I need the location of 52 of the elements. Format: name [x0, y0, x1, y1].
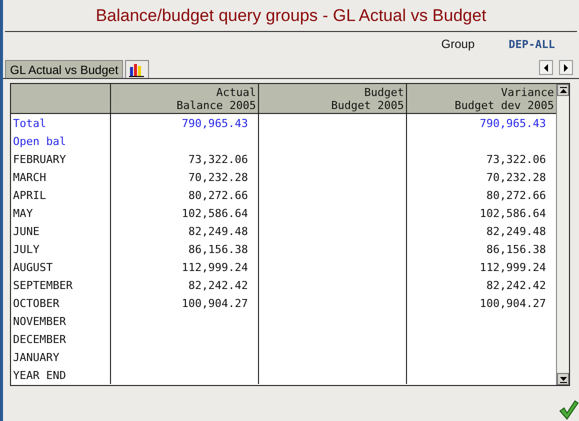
table-cell: 112,999.24	[480, 260, 546, 274]
column-header: Budget Budget 2005	[259, 84, 407, 113]
bar-chart-icon	[129, 62, 146, 76]
window-title: Balance/budget query groups - GL Actual vs Budget	[5, 0, 577, 32]
column-header: Variance Budget dev 2005	[454, 84, 555, 113]
column-header: Actual Balance 2005	[111, 84, 259, 113]
table-cell: 70,232.28	[188, 170, 248, 184]
row-label: JULY	[13, 242, 40, 256]
table-cell: 86,156.38	[486, 242, 546, 256]
group-value: DEP-ALL	[508, 38, 555, 50]
left-arrow-icon	[543, 64, 549, 72]
table-cell: 102,586.64	[480, 206, 546, 220]
row-label: JUNE	[13, 224, 40, 238]
table-cell: 73,322.06	[188, 152, 248, 166]
table-cell: 100,904.27	[480, 296, 546, 310]
row-label: YEAR END	[13, 368, 66, 382]
table-cell: 100,904.27	[182, 296, 248, 310]
checkmark-icon[interactable]	[559, 400, 579, 420]
table-cell: 790,965.43	[182, 116, 248, 130]
table-cell: 82,242.42	[486, 278, 546, 292]
scroll-bottom-icon	[560, 376, 566, 382]
row-label: OCTOBER	[13, 296, 60, 310]
table-cell: 790,965.43	[480, 116, 546, 130]
tab[interactable]: GL Actual vs Budget	[5, 60, 124, 78]
table-cell: 86,156.38	[188, 242, 248, 256]
table-cell: 80,272.66	[188, 188, 248, 202]
table-cell: 82,249.48	[188, 224, 248, 238]
row-label: NOVEMBER	[13, 314, 66, 328]
table-cell: 73,322.06	[486, 152, 546, 166]
table-cell: 80,272.66	[486, 188, 546, 202]
row-label: DECEMBER	[13, 332, 66, 346]
row-label: MARCH	[13, 170, 46, 184]
table-cell: 82,249.48	[486, 224, 546, 238]
chart-tab[interactable]	[125, 60, 150, 78]
table-cell: 70,232.28	[486, 170, 546, 184]
row-label: JANUARY	[13, 350, 60, 364]
row-label: Open bal	[13, 134, 66, 148]
scroll-left-button[interactable]	[539, 60, 553, 75]
row-label: Total	[13, 116, 46, 130]
table-cell: 82,242.42	[188, 278, 248, 292]
group-label: Group	[441, 37, 475, 51]
table-cell: 102,586.64	[182, 206, 248, 220]
table-cell: 112,999.24	[182, 260, 248, 274]
scroll-top-icon	[560, 86, 566, 94]
scrollbar[interactable]	[556, 84, 569, 385]
scroll-right-button[interactable]	[559, 60, 573, 75]
row-label: APRIL	[13, 188, 46, 202]
row-label: SEPTEMBER	[13, 278, 73, 292]
row-label: MAY	[13, 206, 33, 220]
row-label: FEBRUARY	[13, 152, 66, 166]
row-label: AUGUST	[13, 260, 53, 274]
right-arrow-icon	[563, 64, 569, 72]
